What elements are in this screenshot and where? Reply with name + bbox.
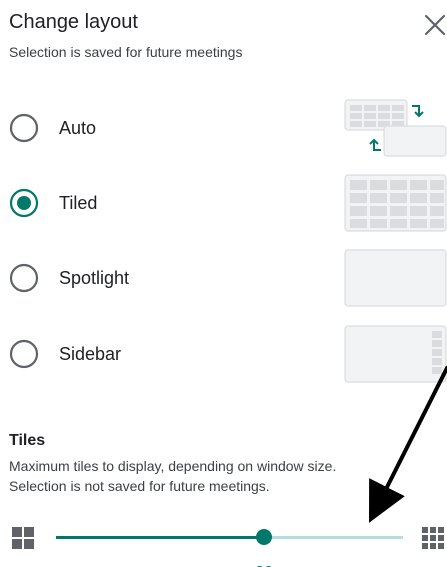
tiles-slider-row: 30 <box>0 518 447 567</box>
layout-option-label-auto: Auto <box>59 118 97 138</box>
tiles-section-description: Maximum tiles to display, depending on w… <box>9 457 336 496</box>
auto-layout-icon <box>344 99 447 157</box>
tiles-description-line-1: Maximum tiles to display, depending on w… <box>9 458 337 474</box>
layout-option-label-tiled: Tiled <box>59 193 98 213</box>
radio-button-tiled[interactable] <box>9 188 39 218</box>
tiles-section-title: Tiles <box>9 432 46 449</box>
change-layout-dialog: Change layout Selection is saved for fut… <box>0 0 447 567</box>
few-tiles-icon <box>12 527 34 549</box>
slider-track-inactive <box>264 536 403 539</box>
layout-option-label-spotlight: Spotlight <box>59 268 130 288</box>
tiles-description-line-2: Selection is not saved for future meetin… <box>9 477 270 494</box>
close-icon <box>424 14 446 36</box>
close-button[interactable] <box>420 10 447 40</box>
radio-button-auto[interactable] <box>9 113 39 143</box>
tiled-layout-icon <box>344 174 447 232</box>
slider-thumb[interactable] <box>256 529 273 545</box>
dialog-title: Change layout <box>9 11 138 33</box>
layout-option-spotlight[interactable]: Spotlight <box>0 248 447 308</box>
layout-option-label-sidebar: Sidebar <box>59 344 122 364</box>
layout-option-auto[interactable]: Auto <box>0 98 447 158</box>
dialog-subtitle: Selection is saved for future meetings <box>9 44 243 60</box>
radio-button-spotlight[interactable] <box>9 263 39 293</box>
tiles-slider[interactable]: 30 <box>56 529 403 567</box>
many-tiles-icon <box>422 527 444 549</box>
radio-button-sidebar[interactable] <box>9 339 39 369</box>
spotlight-layout-icon <box>344 249 447 307</box>
layout-option-sidebar[interactable]: Sidebar <box>0 324 447 384</box>
sidebar-layout-icon <box>344 325 447 383</box>
layout-option-tiled[interactable]: Tiled <box>0 173 447 233</box>
slider-track-active <box>56 536 265 539</box>
